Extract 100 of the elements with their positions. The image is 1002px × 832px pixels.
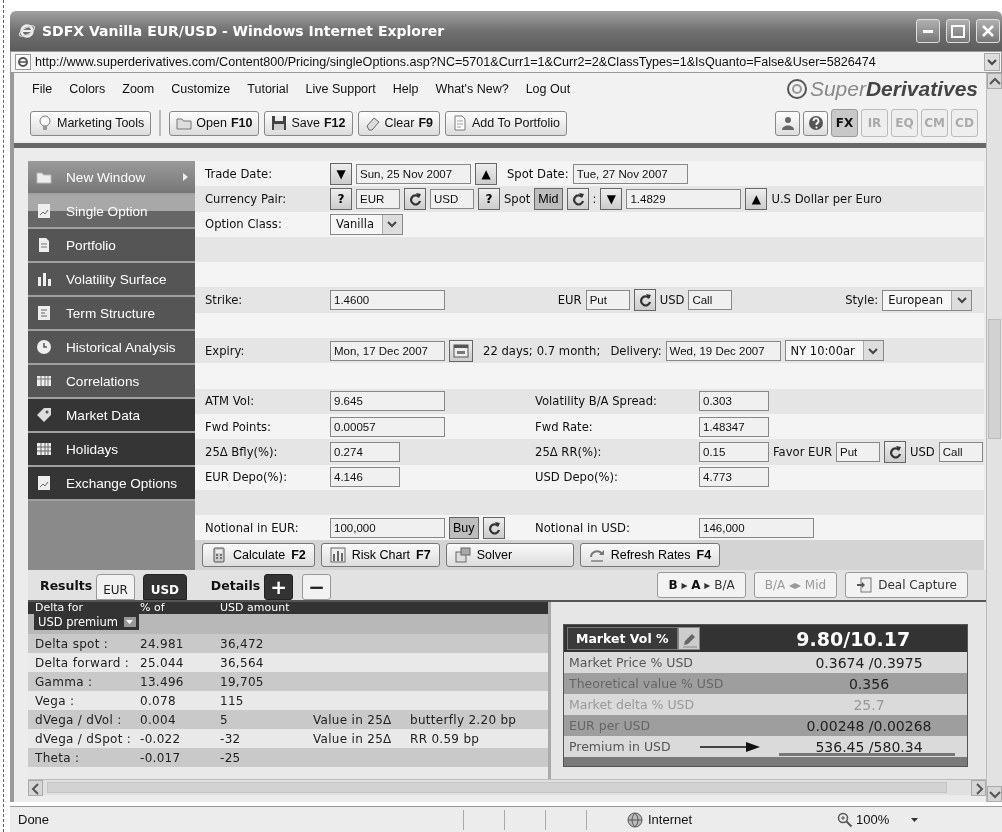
details-button[interactable]: − bbox=[302, 574, 332, 601]
refresh-button[interactable] bbox=[884, 440, 906, 463]
close-button[interactable] bbox=[976, 19, 1000, 43]
toggle-button[interactable]: Buy bbox=[449, 516, 479, 539]
caret-icon bbox=[910, 816, 920, 823]
sidebar-item[interactable]: Volatility Surface bbox=[28, 263, 195, 297]
menu-item[interactable]: Colors bbox=[69, 82, 106, 96]
edit-button[interactable] bbox=[677, 627, 700, 651]
input-field[interactable]: 146,000 bbox=[699, 517, 814, 538]
menu-item[interactable]: What's New? bbox=[435, 82, 509, 96]
maximize-button[interactable] bbox=[946, 19, 970, 43]
input-field[interactable]: 0.15 bbox=[699, 441, 769, 462]
minimize-button[interactable] bbox=[916, 19, 940, 43]
input-field[interactable]: 0.00057 bbox=[330, 416, 445, 437]
input-field[interactable]: Put bbox=[836, 441, 880, 462]
input-field[interactable]: Wed, 19 Dec 2007 bbox=[665, 340, 781, 361]
input-field[interactable]: 0.274 bbox=[330, 441, 400, 462]
view-button[interactable]: B ▸ A ▸ B/A bbox=[657, 572, 746, 599]
row-value: 0.00248 /0.00268 bbox=[805, 717, 933, 734]
details-button[interactable]: + bbox=[264, 574, 294, 601]
input-field[interactable]: 9.645 bbox=[330, 391, 445, 412]
input-field[interactable]: Tue, 27 Nov 2007 bbox=[572, 163, 688, 184]
input-field[interactable]: Put bbox=[585, 290, 630, 311]
toolbar-button[interactable]: Add To Portfolio bbox=[444, 110, 567, 136]
help-button[interactable] bbox=[803, 110, 828, 136]
page-icon bbox=[15, 54, 31, 70]
dropdown[interactable]: NY 10:00ar bbox=[784, 340, 884, 362]
scroll-down-button[interactable] bbox=[987, 786, 1002, 802]
input-field[interactable]: 1.4600 bbox=[330, 290, 445, 311]
input-field[interactable]: 1.48347 bbox=[699, 416, 769, 437]
sidebar-item[interactable]: New Window bbox=[28, 161, 195, 195]
greek-name: Gamma : bbox=[34, 674, 94, 689]
small-button[interactable]: ▲ bbox=[475, 162, 497, 185]
scroll-thumb[interactable] bbox=[47, 782, 947, 794]
toolbar-button[interactable]: Clear F9 bbox=[357, 110, 440, 136]
globe-icon bbox=[627, 811, 643, 828]
action-button[interactable]: Calculate F2 bbox=[202, 543, 315, 568]
toolbar-button[interactable]: Save F12 bbox=[264, 110, 353, 136]
small-button[interactable]: ▼ bbox=[600, 187, 623, 210]
toolbar-button[interactable]: Open F10 bbox=[169, 110, 260, 136]
menu-item[interactable]: Tutorial bbox=[247, 82, 289, 96]
refresh-button[interactable] bbox=[482, 516, 505, 539]
input-field[interactable]: Mon, 17 Dec 2007 bbox=[330, 340, 445, 361]
asset-tab[interactable]: FX bbox=[831, 109, 858, 137]
sidebar-item[interactable]: Correlations bbox=[28, 365, 195, 399]
scroll-thumb[interactable] bbox=[988, 319, 1001, 439]
dropdown-button[interactable] bbox=[984, 53, 1000, 71]
sidebar-item[interactable]: Historical Analysis bbox=[28, 331, 195, 365]
action-button[interactable]: Solver bbox=[445, 543, 574, 568]
horizontal-scrollbar[interactable] bbox=[28, 779, 986, 796]
scroll-up-button[interactable] bbox=[987, 73, 1002, 89]
small-button[interactable]: ? bbox=[478, 187, 500, 210]
toggle-button[interactable]: Mid bbox=[534, 187, 563, 210]
sidebar-item[interactable]: Holidays bbox=[28, 433, 195, 467]
small-button[interactable]: ▼ bbox=[330, 162, 352, 185]
input-field[interactable]: Call bbox=[688, 290, 733, 311]
input-field[interactable]: EUR bbox=[356, 188, 400, 209]
zoom-control[interactable]: 100% bbox=[837, 811, 920, 828]
sidebar-item[interactable]: Single Option bbox=[28, 195, 195, 229]
table-cell-text: -0.017 bbox=[140, 750, 182, 765]
currency-tab[interactable]: USD bbox=[142, 574, 187, 601]
sidebar-item[interactable]: Market Data bbox=[28, 399, 195, 433]
refresh-button[interactable] bbox=[633, 289, 656, 312]
menu-item[interactable]: Zoom bbox=[122, 82, 155, 96]
sidebar-item[interactable]: Term Structure bbox=[28, 297, 195, 331]
user-button[interactable] bbox=[775, 110, 800, 136]
input-field[interactable]: Call bbox=[938, 441, 983, 462]
action-button[interactable]: Refresh Rates F4 bbox=[579, 543, 721, 568]
small-button[interactable]: ? bbox=[330, 187, 352, 210]
menu-item[interactable]: Help bbox=[392, 82, 419, 96]
form-text: : bbox=[592, 191, 597, 206]
input-field[interactable]: 4.773 bbox=[699, 467, 769, 488]
menu-item[interactable]: Live Support bbox=[305, 82, 376, 96]
dropdown[interactable]: European bbox=[882, 289, 972, 311]
field-label: 25Δ Bfly(%): bbox=[205, 444, 279, 459]
input-field[interactable]: 100,000 bbox=[330, 517, 445, 538]
currency-tab[interactable]: EUR bbox=[96, 574, 135, 601]
toolbar-button[interactable]: Marketing Tools bbox=[30, 110, 152, 136]
sidebar-item[interactable]: Exchange Options bbox=[28, 467, 195, 501]
calendar-button[interactable] bbox=[449, 339, 473, 362]
scroll-left-button[interactable] bbox=[28, 780, 43, 797]
view-button[interactable]: Deal Capture bbox=[845, 572, 968, 599]
input-field[interactable]: 4.146 bbox=[330, 467, 400, 488]
input-field[interactable]: 0.303 bbox=[699, 391, 769, 412]
dropdown[interactable]: Vanilla bbox=[330, 213, 403, 235]
input-field[interactable]: USD bbox=[430, 188, 474, 209]
input-field[interactable]: 1.4829 bbox=[626, 188, 742, 209]
refresh-button[interactable] bbox=[566, 187, 589, 210]
refresh-button[interactable] bbox=[404, 187, 426, 210]
small-button[interactable]: ▲ bbox=[745, 187, 768, 210]
menu-item[interactable]: Log Out bbox=[525, 82, 571, 96]
sidebar-item[interactable]: Portfolio bbox=[28, 229, 195, 263]
menu-item[interactable]: Customize bbox=[171, 82, 231, 96]
action-button[interactable]: Risk Chart F7 bbox=[320, 543, 440, 568]
input-field[interactable]: Sun, 25 Nov 2007 bbox=[356, 163, 471, 184]
address-field[interactable]: http://www.superderivatives.com/Content800/Pricing/singleOptions.asp?NC=5701&Curr1=1&Curr2=2&ClassTypes=1&IsQuanto=False&User=5826474 bbox=[10, 51, 1002, 73]
menu-item[interactable]: File bbox=[32, 82, 53, 96]
currency-dropdown[interactable]: USD premium bbox=[34, 614, 139, 631]
vertical-scrollbar[interactable] bbox=[986, 73, 1002, 802]
scroll-right-button[interactable] bbox=[971, 780, 986, 797]
